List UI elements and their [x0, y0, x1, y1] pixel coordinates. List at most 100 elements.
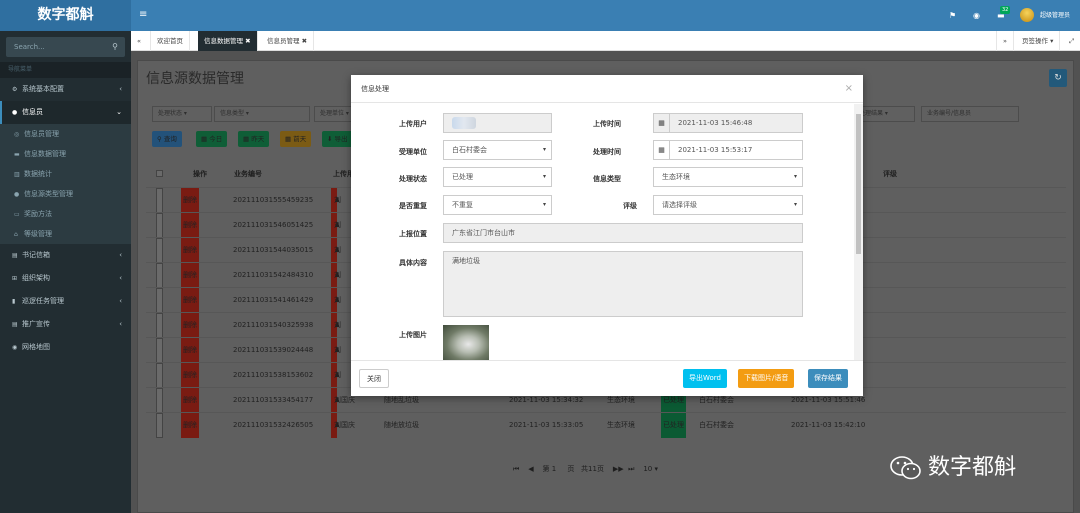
message-icon[interactable]: ▬	[997, 0, 1005, 31]
sidebar-item-mailbox[interactable]: ▤ 书记信箱 ‹	[0, 244, 131, 267]
business-id: 202111031555459235	[233, 196, 314, 204]
filter-status[interactable]: 处理状态 ▾	[152, 106, 212, 122]
tabs-scroll-right-icon[interactable]: »	[996, 31, 1014, 51]
sidebar-item-label: 信息员	[22, 108, 43, 116]
unit-select[interactable]: 白石村委会 ▾	[443, 140, 552, 160]
sidebar-item-source-type[interactable]: ● 信息源类型管理	[0, 184, 131, 204]
yesterday-button[interactable]: ▦ 昨天	[238, 131, 270, 147]
calendar-icon: ▦	[201, 135, 208, 143]
delete-button[interactable]: 删除	[181, 363, 199, 388]
delete-button[interactable]: 删除	[181, 338, 199, 363]
page-title: 信息源数据管理	[146, 71, 244, 87]
sidebar-item-statistics[interactable]: ▥ 数据统计	[0, 164, 131, 184]
delete-button[interactable]: 删除	[181, 263, 199, 288]
app-logo: 数字都斛	[0, 0, 131, 31]
tab-welcome[interactable]: 欢迎首页	[151, 31, 190, 51]
fullscreen-icon[interactable]: ⤢	[1063, 31, 1080, 51]
table-row[interactable]: 查看删除202111031532426505♟刘国庆随地放垃圾2021-11-0…	[146, 412, 1066, 438]
page-size-select[interactable]: 10	[643, 465, 652, 473]
status-select[interactable]: 已处理 ▾	[443, 167, 552, 187]
sidebar-item-level[interactable]: ⌂ 等级管理	[0, 224, 131, 244]
next-page-icon[interactable]: ▶▶	[613, 465, 624, 473]
select-all-checkbox[interactable]	[156, 169, 163, 177]
type-select[interactable]: 生态环境 ▾	[653, 167, 803, 187]
sidebar-search[interactable]: Search... ⚲	[6, 37, 125, 57]
export-button[interactable]: ⬇ 导出	[322, 131, 353, 147]
uploader-field	[443, 113, 552, 133]
prev-page-icon[interactable]: ◀	[528, 465, 533, 473]
delete-button[interactable]: 删除	[181, 313, 199, 338]
delete-button[interactable]: 删除	[181, 213, 199, 238]
search-input[interactable]: Search...	[14, 43, 45, 51]
last-page-icon[interactable]: ⏭	[628, 465, 634, 473]
sidebar-item-label: 信息员管理	[24, 130, 59, 138]
sidebar-item-label: 系统基本配置	[22, 85, 64, 93]
sidebar-item-grid-map[interactable]: ◉ 网格地图	[0, 336, 131, 359]
page-ops-dropdown[interactable]: 页签操作 ▾	[1016, 31, 1061, 51]
sidebar-item-informant[interactable]: ● 信息员 ⌄	[0, 101, 131, 124]
search-icon[interactable]: ⚲	[112, 37, 118, 57]
sidebar-submenu: ◎ 信息员管理 ▬ 信息数据管理 ▥ 数据统计 ● 信息源类型管理 ▭ 奖励方法 ⌂ 等级管…	[0, 124, 131, 244]
query-button[interactable]: ⚲ 查询	[152, 131, 182, 147]
delete-button[interactable]: 删除	[181, 188, 199, 213]
sidebar-item-label: 书记信箱	[22, 251, 50, 259]
export-word-button[interactable]: 导出Word	[683, 369, 727, 388]
dialog-footer: 关闭 导出Word 下载图片/语音 保存结果	[351, 360, 863, 396]
save-result-button[interactable]: 保存结果	[808, 369, 848, 388]
sidebar-item-system-config[interactable]: ⚙ 系统基本配置 ‹	[0, 78, 131, 101]
tab-informant[interactable]: 信息员管理 ✖	[261, 31, 315, 51]
dialog-scrollbar[interactable]	[854, 104, 863, 360]
delete-button[interactable]: 删除	[181, 388, 199, 413]
label-uploader: 上传用户	[399, 120, 427, 128]
business-id: 202111031546051425	[233, 221, 314, 229]
label-status: 处理状态	[399, 175, 427, 183]
sidebar-item-info-data[interactable]: ▬ 信息数据管理	[0, 144, 131, 164]
repeat-select[interactable]: 不重复 ▾	[443, 195, 552, 215]
file-text-icon: ▤	[12, 321, 18, 328]
refresh-icon[interactable]: ↻	[1049, 69, 1067, 87]
circle-icon: ●	[14, 191, 20, 198]
delete-button[interactable]: 删除	[181, 238, 199, 263]
process-dialog: 信息处理 × 上传用户 上传时间 ▦ 2021-11-03 15:46:48 受理单…	[351, 75, 863, 396]
uploaded-photo-thumbnail[interactable]	[443, 325, 489, 360]
rating-select[interactable]: 请选择评级 ▾	[653, 195, 803, 215]
close-icon[interactable]: ×	[845, 75, 853, 103]
sidebar-item-informant-manage[interactable]: ◎ 信息员管理	[0, 124, 131, 144]
column-header[interactable]: 业务编号	[234, 169, 262, 179]
menu-toggle-icon[interactable]: ≡	[139, 0, 147, 29]
cogs-icon: ⚙	[12, 86, 18, 93]
theme-icon[interactable]: ◉	[973, 0, 980, 31]
info-type: 生态环境	[607, 421, 635, 429]
first-page-icon[interactable]: ⏮	[513, 465, 519, 473]
chevron-left-icon: ‹	[119, 251, 122, 259]
content-cell: 随地放垃圾	[384, 421, 419, 429]
watermark: 数字都斛	[890, 449, 1016, 481]
download-media-button[interactable]: 下载图片/语音	[738, 369, 795, 388]
sidebar-item-promotion[interactable]: ▤ 推广宣传 ‹	[0, 313, 131, 336]
sidebar-item-reward[interactable]: ▭ 奖励方法	[0, 204, 131, 224]
process-time-field[interactable]: ▦ 2021-11-03 15:53:17	[653, 140, 803, 160]
sidebar-item-label: 奖励方法	[24, 210, 52, 218]
day-before-button[interactable]: ▦ 前天	[280, 131, 312, 147]
tab-info-data[interactable]: 信息数据管理 ✖	[198, 31, 258, 51]
business-id: 202111031540325938	[233, 321, 314, 329]
filter-type[interactable]: 信息类型 ▾	[214, 106, 310, 122]
page-number[interactable]: 1	[552, 465, 556, 473]
sidebar-item-patrol[interactable]: ▮ 巡逻任务管理 ‹	[0, 290, 131, 313]
sidebar-item-org[interactable]: ⊞ 组织架构 ‹	[0, 267, 131, 290]
close-button[interactable]: 关闭	[359, 369, 389, 388]
tabs-scroll-left-icon[interactable]: «	[131, 31, 151, 51]
user-name[interactable]: 超级管理员	[1040, 0, 1070, 31]
column-header[interactable]: 评级	[883, 169, 897, 179]
delete-button[interactable]: 删除	[181, 413, 199, 438]
today-button[interactable]: ▦ 今日	[196, 131, 228, 147]
accept-unit: 白石村委会	[699, 421, 734, 429]
keyword-input[interactable]: 业务编号/信息员	[921, 106, 1019, 122]
delete-button[interactable]: 删除	[181, 288, 199, 313]
avatar[interactable]	[1020, 8, 1034, 22]
label-type: 信息类型	[593, 175, 621, 183]
business-id: 202111031544035015	[233, 246, 314, 254]
content-textarea[interactable]: 满地垃圾	[443, 251, 803, 317]
flag-icon[interactable]: ⚑	[949, 0, 956, 31]
bar-chart-icon: ▥	[14, 171, 20, 178]
